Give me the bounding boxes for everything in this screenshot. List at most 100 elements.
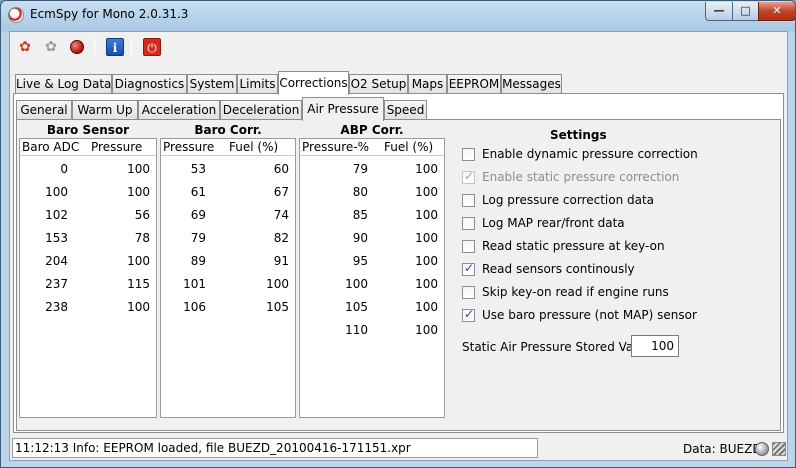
table-cell: 100: [127, 162, 150, 176]
table-row[interactable]: 100 100: [20, 182, 156, 205]
table-cell: 78: [134, 231, 150, 245]
baro-corr-table[interactable]: Pressure Fuel (%) 53 60 61 67 69 74 79 82 89…: [160, 138, 296, 418]
checkbox[interactable]: [462, 261, 475, 276]
table-cell: 82: [273, 231, 289, 245]
connection-led-icon: [755, 442, 769, 456]
tab-general[interactable]: General: [16, 100, 72, 120]
stored-value-input[interactable]: [631, 335, 679, 357]
table-cell: 110: [345, 323, 368, 337]
table-cell: 115: [127, 277, 150, 291]
table-row[interactable]: 110 100: [300, 320, 444, 343]
table-cell: 79: [190, 231, 206, 245]
table-row[interactable]: 79 100: [300, 159, 444, 182]
column-header: Fuel (%): [229, 140, 279, 154]
table-cell: 85: [352, 208, 368, 222]
table-cell: 100: [415, 162, 438, 176]
tab-warm-up[interactable]: Warm Up: [72, 100, 138, 120]
toolbar: ✿ ✿ i ⏻: [10, 32, 787, 62]
table-row[interactable]: 153 78: [20, 228, 156, 251]
table-row[interactable]: 61 67: [161, 182, 295, 205]
table-cell: 100: [415, 277, 438, 291]
table-row[interactable]: 204 100: [20, 251, 156, 274]
table-cell: 100: [45, 185, 68, 199]
table-row[interactable]: 90 100: [300, 228, 444, 251]
maximize-button[interactable]: □: [732, 2, 759, 21]
connect-icon[interactable]: ✿: [16, 38, 34, 56]
table-cell: 79: [352, 162, 368, 176]
checkbox-label: Use baro pressure (not MAP) sensor: [482, 308, 697, 322]
table-row[interactable]: 102 56: [20, 205, 156, 228]
table-cell: 80: [352, 185, 368, 199]
table-cell: 100: [415, 208, 438, 222]
table-row[interactable]: 100 100: [300, 274, 444, 297]
table-row[interactable]: 79 82: [161, 228, 295, 251]
table-row[interactable]: 237 115: [20, 274, 156, 297]
table-cell: 100: [415, 231, 438, 245]
tab-o2-setup[interactable]: O2 Setup: [349, 74, 408, 94]
title-bar[interactable]: EcmSpy for Mono 2.0.31.3 — □ ✕: [1, 1, 795, 29]
tab-messages[interactable]: Messages: [501, 74, 562, 94]
minimize-button[interactable]: —: [705, 2, 733, 21]
tab-corrections[interactable]: Corrections: [278, 71, 349, 95]
table-row[interactable]: 106 105: [161, 297, 295, 320]
tab-acceleration[interactable]: Acceleration: [138, 100, 220, 120]
table-row[interactable]: 101 100: [161, 274, 295, 297]
tab-live-log-data[interactable]: Live & Log Data: [15, 74, 112, 94]
tab-speed[interactable]: Speed: [384, 100, 427, 120]
checkbox[interactable]: [462, 307, 475, 322]
checkbox-label: Enable static pressure correction: [482, 170, 680, 184]
tab-deceleration[interactable]: Deceleration: [220, 100, 302, 120]
table-cell: 0: [60, 162, 68, 176]
tab-system[interactable]: System: [187, 74, 237, 94]
table-cell: 60: [273, 162, 289, 176]
stop-icon[interactable]: [70, 40, 84, 54]
checkbox[interactable]: [462, 240, 475, 253]
tab-eeprom[interactable]: EEPROM: [447, 74, 501, 94]
tab-limits[interactable]: Limits: [237, 74, 278, 94]
table-row[interactable]: 0 100: [20, 159, 156, 182]
table-row[interactable]: 95 100: [300, 251, 444, 274]
tab-diagnostics[interactable]: Diagnostics: [112, 74, 187, 94]
table-cell: 74: [273, 208, 289, 222]
table-row[interactable]: 89 91: [161, 251, 295, 274]
table-row[interactable]: 85 100: [300, 205, 444, 228]
settings-title: Settings: [550, 128, 607, 142]
status-data-label: Data: BUEZD: [683, 442, 762, 456]
tab-maps[interactable]: Maps: [408, 74, 447, 94]
status-message: 11:12:13 Info: EEPROM loaded, file BUEZD…: [12, 438, 538, 458]
checkbox[interactable]: [462, 217, 475, 230]
table-cell: 100: [127, 254, 150, 268]
tab-air-pressure[interactable]: Air Pressure: [302, 97, 384, 121]
table-row[interactable]: 105 100: [300, 297, 444, 320]
table-cell: 238: [45, 300, 68, 314]
baro-corr-title: Baro Corr.: [194, 123, 262, 137]
column-header: Pressure-%: [302, 140, 369, 154]
table-row[interactable]: 238 100: [20, 297, 156, 320]
disconnect-icon[interactable]: ✿: [42, 38, 60, 56]
table-cell: 95: [352, 254, 368, 268]
table-row[interactable]: 80 100: [300, 182, 444, 205]
table-cell: 67: [273, 185, 289, 199]
checkbox: [462, 169, 475, 184]
close-button[interactable]: ✕: [758, 2, 795, 21]
table-cell: 53: [190, 162, 206, 176]
abp-corr-table[interactable]: Pressure-% Fuel (%) 79 100 80 100 85 100 90…: [299, 138, 445, 418]
checkbox[interactable]: [462, 148, 475, 161]
table-cell: 89: [190, 254, 206, 268]
checkbox[interactable]: [462, 194, 475, 207]
info-icon[interactable]: i: [106, 38, 124, 56]
resize-grip-icon[interactable]: [772, 442, 786, 456]
table-cell: 91: [273, 254, 289, 268]
table-row[interactable]: 69 74: [161, 205, 295, 228]
baro-sensor-table[interactable]: Baro ADC Pressure 0 100 100 100 102 56 153 7…: [19, 138, 157, 418]
table-row[interactable]: 53 60: [161, 159, 295, 182]
checkbox[interactable]: [462, 286, 475, 299]
table-cell: 101: [183, 277, 206, 291]
checkbox-label: Log pressure correction data: [482, 193, 655, 207]
table-cell: 100: [127, 185, 150, 199]
air-pressure-panel: Baro Sensor Baro ADC Pressure 0 100 100 10…: [16, 119, 781, 431]
table-cell: 100: [415, 185, 438, 199]
table-header: Baro ADC Pressure: [20, 139, 156, 156]
checkbox-label: Enable dynamic pressure correction: [482, 147, 698, 161]
power-icon[interactable]: ⏻: [143, 38, 161, 56]
